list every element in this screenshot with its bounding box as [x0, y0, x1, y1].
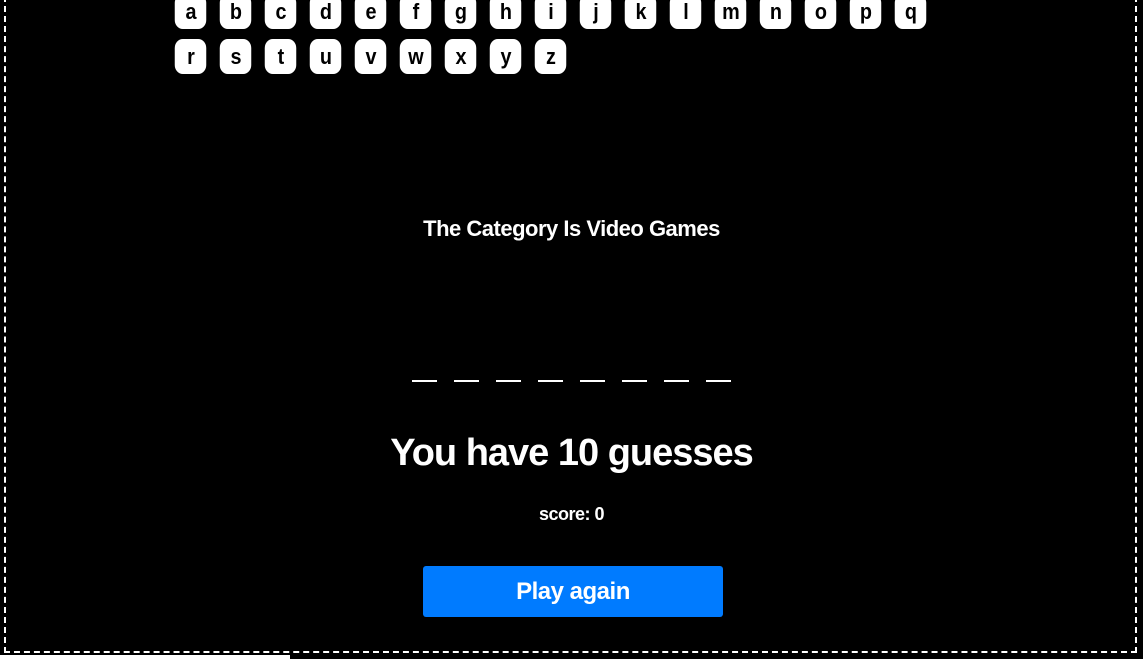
letter-key-u[interactable]: u — [309, 39, 342, 74]
letter-blank — [622, 362, 647, 382]
letter-key-s[interactable]: s — [219, 39, 252, 74]
letter-blank — [454, 362, 479, 382]
score-display: score: 0 — [538, 504, 605, 524]
letter-key-h[interactable]: h — [489, 0, 522, 29]
letter-key-o[interactable]: o — [804, 0, 837, 29]
letter-key-w[interactable]: w — [399, 39, 432, 74]
keyboard-row-2: rstuvwxyz — [173, 39, 953, 74]
letter-blank — [664, 362, 689, 382]
letter-key-l[interactable]: l — [669, 0, 702, 29]
letter-key-k[interactable]: k — [624, 0, 657, 29]
letter-key-z[interactable]: z — [534, 39, 567, 74]
play-again-button[interactable]: Play again — [423, 566, 723, 617]
letter-key-i[interactable]: i — [534, 0, 567, 29]
game-frame — [4, 0, 1137, 653]
letter-key-b[interactable]: b — [219, 0, 252, 29]
letter-key-p[interactable]: p — [849, 0, 882, 29]
keyboard-row-1: abcdefghijklmnopq — [173, 0, 953, 29]
letter-keyboard: abcdefghijklmnopq rstuvwxyz — [173, 0, 953, 84]
letter-key-q[interactable]: q — [894, 0, 927, 29]
letter-blank — [538, 362, 563, 382]
letter-blank — [412, 362, 437, 382]
letter-key-x[interactable]: x — [444, 39, 477, 74]
bottom-scroll-bar — [0, 655, 290, 659]
letter-key-g[interactable]: g — [444, 0, 477, 29]
letter-blank — [706, 362, 731, 382]
letter-key-r[interactable]: r — [174, 39, 207, 74]
letter-key-f[interactable]: f — [399, 0, 432, 29]
letter-key-d[interactable]: d — [309, 0, 342, 29]
letter-key-t[interactable]: t — [264, 39, 297, 74]
letter-key-y[interactable]: y — [489, 39, 522, 74]
word-blanks — [0, 362, 1143, 382]
letter-key-a[interactable]: a — [174, 0, 207, 29]
letter-key-c[interactable]: c — [264, 0, 297, 29]
letter-blank — [496, 362, 521, 382]
category-heading: The Category Is Video Games — [423, 216, 720, 241]
letter-blank — [580, 362, 605, 382]
letter-key-e[interactable]: e — [354, 0, 387, 29]
guesses-remaining: You have 10 guesses — [390, 432, 754, 474]
letter-key-j[interactable]: j — [579, 0, 612, 29]
letter-key-m[interactable]: m — [714, 0, 747, 29]
letter-key-n[interactable]: n — [759, 0, 792, 29]
letter-key-v[interactable]: v — [354, 39, 387, 74]
